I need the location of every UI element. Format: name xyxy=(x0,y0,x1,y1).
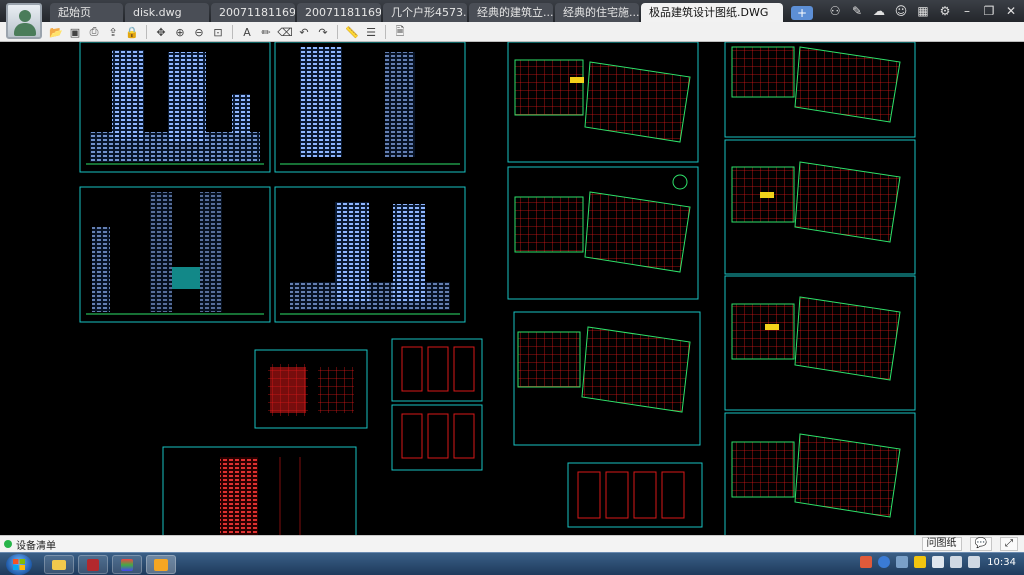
grid-icon[interactable]: ▦ xyxy=(916,2,930,20)
text-icon[interactable]: A xyxy=(239,24,255,40)
avatar-head xyxy=(19,10,31,22)
elevation-sheet-2 xyxy=(274,42,466,173)
floor-plan-sheet-f xyxy=(724,275,916,411)
input-method-icon[interactable] xyxy=(860,556,872,568)
paint-icon[interactable] xyxy=(146,555,176,574)
tab-drawing-1[interactable]: 20071181169... xyxy=(211,3,295,22)
layers-icon[interactable]: ☰ xyxy=(363,24,379,40)
shield-icon[interactable] xyxy=(914,556,926,568)
properties-icon[interactable]: 🗎 xyxy=(392,24,408,40)
elevation-sheet-3 xyxy=(79,186,271,323)
elevation-sheet-1 xyxy=(79,42,271,173)
toolbar: 📂 ▣ ⎙ ⇪ 🔒 ✥ ⊕ ⊖ ⊡ A ✏ ⌫ ↶ ↷ 📏 ☰ 🗎 xyxy=(0,22,1024,42)
gear-icon[interactable]: ⚙ xyxy=(938,2,952,20)
archive-icon[interactable] xyxy=(112,555,142,574)
help-icon[interactable] xyxy=(878,556,890,568)
restore-icon[interactable]: ❐ xyxy=(982,2,996,20)
cloud-icon[interactable]: ☁ xyxy=(872,2,886,20)
undo-icon[interactable]: ↶ xyxy=(296,24,312,40)
tab-floor-plans[interactable]: 几个户形4573... xyxy=(383,3,467,22)
measure-icon[interactable]: 📏 xyxy=(344,24,360,40)
status-bar: 设备清单 问图纸 💬 ⤢ xyxy=(0,535,1024,552)
chevron-up-icon[interactable] xyxy=(896,556,908,568)
user-icon[interactable]: ☺ xyxy=(894,2,908,20)
floor-plan-sheet-d xyxy=(724,42,916,138)
toolbar-separator xyxy=(385,25,386,39)
document-tabs: 起始页 disk.dwg 20071181169... 20071181169.… xyxy=(50,3,813,22)
unit-plan-sheet-3 xyxy=(567,462,703,528)
new-tab-button[interactable]: + xyxy=(791,6,813,20)
tab-start-page[interactable]: 起始页 xyxy=(50,3,123,22)
start-button[interactable] xyxy=(6,554,32,575)
taskbar-items xyxy=(44,555,176,574)
cad-app-icon[interactable] xyxy=(78,555,108,574)
print-icon[interactable]: ⎙ xyxy=(86,24,102,40)
export-icon[interactable]: ⇪ xyxy=(105,24,121,40)
share-icon[interactable]: ⚇ xyxy=(828,2,842,20)
toolbar-separator xyxy=(337,25,338,39)
tab-active-drawing[interactable]: 极品建筑设计图纸.DWG xyxy=(641,3,783,22)
lock-icon[interactable]: 🔒 xyxy=(124,24,140,40)
volume-icon[interactable] xyxy=(968,556,980,568)
taskbar: 10:34 xyxy=(0,552,1024,575)
floor-plan-sheet-a xyxy=(507,42,699,163)
network-icon[interactable] xyxy=(950,556,962,568)
status-indicator xyxy=(4,540,12,548)
chat-icon[interactable]: 💬 xyxy=(969,537,992,551)
tower-elevation-sheet xyxy=(162,446,357,535)
explorer-icon[interactable] xyxy=(44,555,74,574)
elevation-sheet-4 xyxy=(274,186,466,323)
open-icon[interactable]: 📂 xyxy=(48,24,64,40)
save-icon[interactable]: ▣ xyxy=(67,24,83,40)
fullscreen-icon[interactable]: ⤢ xyxy=(1000,537,1018,551)
pan-icon[interactable]: ✥ xyxy=(153,24,169,40)
zoom-extents-icon[interactable]: ⊡ xyxy=(210,24,226,40)
eraser-icon[interactable]: ⌫ xyxy=(277,24,293,40)
pencil-icon[interactable]: ✏ xyxy=(258,24,274,40)
tab-classic-residence[interactable]: 经典的住宅施... xyxy=(555,3,639,22)
flag-icon[interactable] xyxy=(932,556,944,568)
drawing-canvas[interactable] xyxy=(0,42,1024,535)
window-controls: ⚇ ✎ ☁ ☺ ▦ ⚙ – ❐ ✕ xyxy=(828,2,1018,20)
minimize-icon[interactable]: – xyxy=(960,2,974,20)
tab-disk-dwg[interactable]: disk.dwg xyxy=(125,3,209,22)
edit-icon[interactable]: ✎ xyxy=(850,2,864,20)
zoom-out-icon[interactable]: ⊖ xyxy=(191,24,207,40)
avatar-body xyxy=(14,23,36,36)
device-list-label[interactable]: 设备清单 xyxy=(16,537,56,552)
redo-icon[interactable]: ↷ xyxy=(315,24,331,40)
floor-plan-sheet-small xyxy=(254,349,368,429)
avatar[interactable] xyxy=(6,3,42,39)
zoom-in-icon[interactable]: ⊕ xyxy=(172,24,188,40)
floor-plan-sheet-g xyxy=(724,412,916,535)
tab-bar: 起始页 disk.dwg 20071181169... 20071181169.… xyxy=(0,0,1024,22)
tab-drawing-2[interactable]: 20071181169... xyxy=(297,3,381,22)
tab-classic-elevation[interactable]: 经典的建筑立... xyxy=(469,3,553,22)
floor-plan-sheet-b xyxy=(507,166,699,300)
windows-flag-icon xyxy=(13,559,25,570)
toolbar-separator xyxy=(146,25,147,39)
clock[interactable]: 10:34 xyxy=(987,557,1016,568)
close-icon[interactable]: ✕ xyxy=(1004,2,1018,20)
unit-plan-sheet-1 xyxy=(391,338,483,402)
floor-plan-sheet-c xyxy=(513,311,701,446)
toolbar-separator xyxy=(232,25,233,39)
status-right: 问图纸 💬 ⤢ xyxy=(921,536,1018,552)
system-tray xyxy=(860,556,980,568)
floor-plan-sheet-e xyxy=(724,139,916,275)
toolbar-icons: 📂 ▣ ⎙ ⇪ 🔒 ✥ ⊕ ⊖ ⊡ A ✏ ⌫ ↶ ↷ 📏 ☰ 🗎 xyxy=(48,24,408,40)
drawing-sheets xyxy=(79,42,916,535)
unit-plan-sheet-2 xyxy=(391,404,483,471)
ask-drawing-button[interactable]: 问图纸 xyxy=(921,537,962,551)
